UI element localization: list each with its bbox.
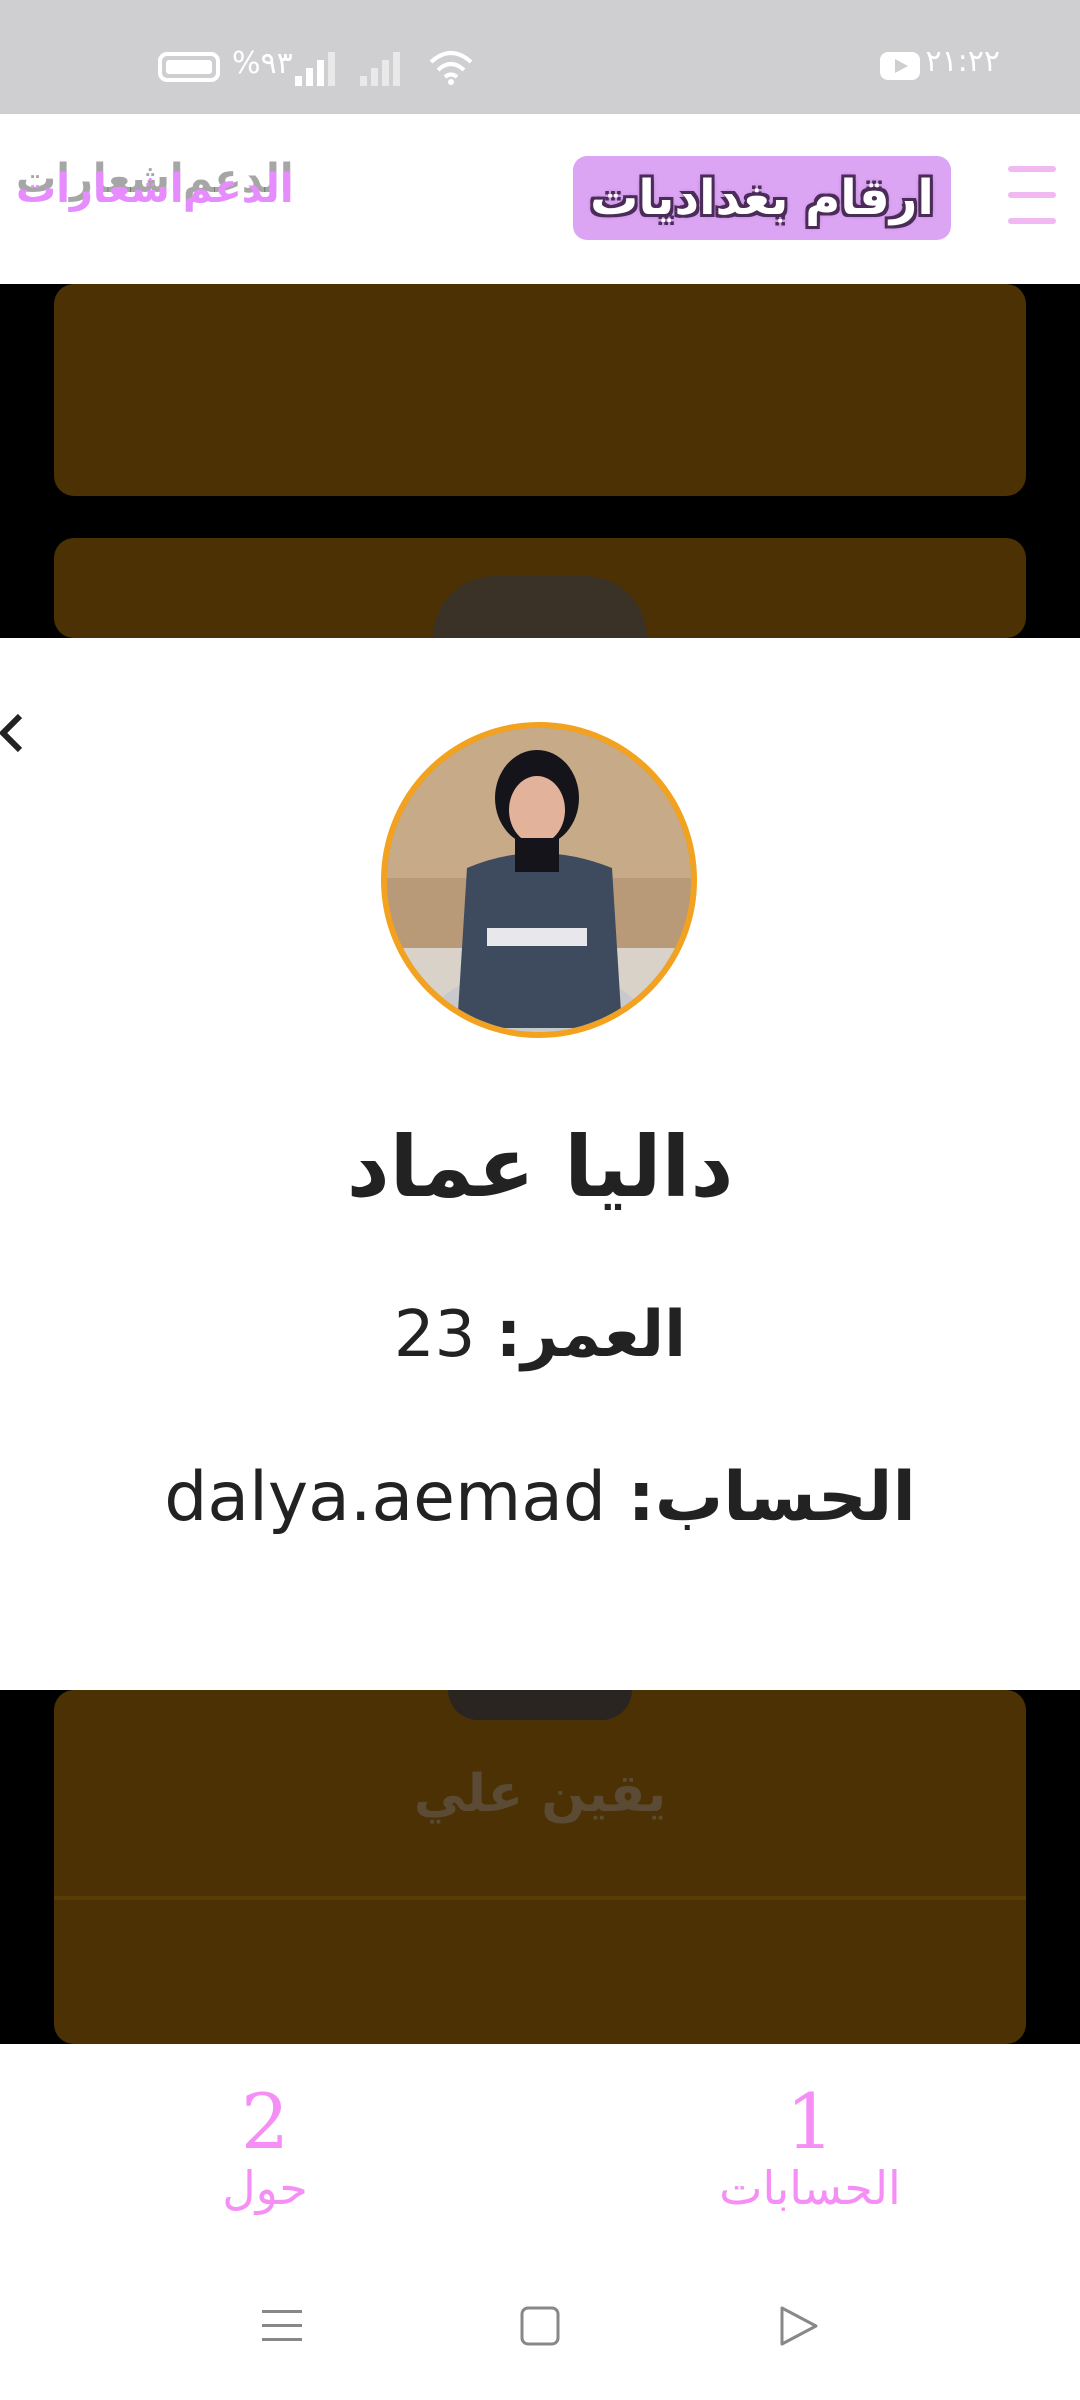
system-nav-bar [0,2244,1080,2400]
nav-about-label: حول [222,2161,308,2215]
background-card-name: يقين علي [413,1764,667,1824]
age-label: العمر: [495,1298,687,1372]
back-arrow-icon[interactable] [0,710,26,756]
account-value[interactable]: dalya.aemad [164,1458,606,1537]
nav-about-number: 2 [240,2077,290,2166]
profile-photo [387,728,691,1032]
hamburger-menu-icon[interactable] [1008,166,1056,226]
profile-avatar [381,722,697,1038]
app-header: ارقام بغداديات الدعم اشعارات [0,114,1080,284]
status-bar: ٢١:٢٢ %٩٣ [0,0,1080,114]
profile-age: العمر: 23 [0,1298,1080,1372]
background-card [54,1690,1026,2044]
youtube-icon [880,52,920,80]
card-divider [54,1896,1026,1900]
age-value: 23 [393,1298,476,1372]
battery-percent: %٩٣ [232,46,293,81]
background-avatar [433,576,647,638]
battery-icon [158,52,220,82]
status-time: ٢١:٢٢ [925,44,1000,79]
bottom-nav-accounts[interactable]: 1 الحسابات [700,2084,920,2216]
nav-accounts-number: 1 [785,2077,835,2166]
profile-name: داليا عماد [346,1118,734,1216]
nav-support-link[interactable]: الدعم [183,166,294,212]
signal-icon [295,52,339,86]
profile-overlay: داليا عماد العمر: 23 الحساب: dalya.aemad [0,638,1080,1690]
menu-icon[interactable] [260,2304,304,2348]
back-triangle-icon[interactable] [776,2304,820,2348]
signal-icon-sim2 [360,52,404,86]
wifi-icon [429,51,473,85]
account-label: الحساب: [627,1458,916,1537]
nav-notifications-link[interactable]: اشعارات [16,166,184,212]
nav-accounts-label: الحسابات [719,2161,901,2215]
profile-account: الحساب: dalya.aemad [0,1458,1080,1537]
bottom-nav: 1 الحسابات 2 حول [0,2044,1080,2244]
background-card [54,284,1026,496]
bottom-nav-about[interactable]: 2 حول [170,2084,360,2216]
background-avatar-bottom [448,1690,632,1720]
brand-logo[interactable]: ارقام بغداديات [573,156,951,240]
home-square-icon[interactable] [518,2304,562,2348]
